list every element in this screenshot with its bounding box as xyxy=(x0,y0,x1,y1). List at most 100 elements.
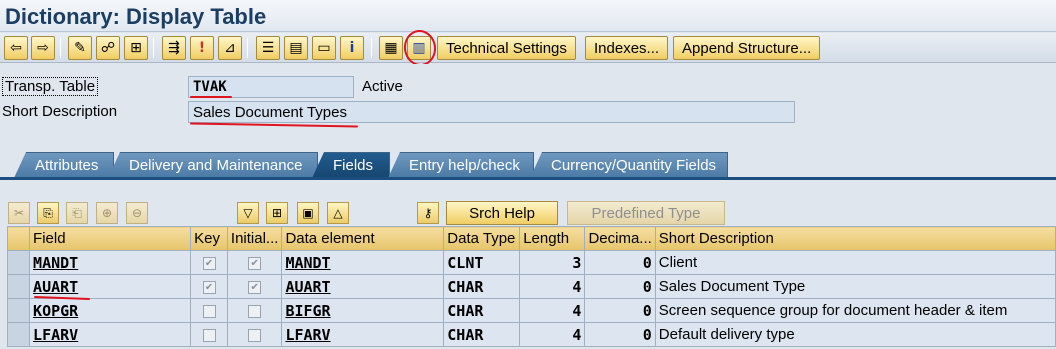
column-header-length[interactable]: Length xyxy=(519,226,586,251)
key-checkbox-cell: ✔ xyxy=(190,250,228,275)
info-icon[interactable]: i xyxy=(340,36,364,60)
row-selector[interactable] xyxy=(6,322,31,347)
column-header-decimals[interactable]: Decima... xyxy=(584,226,656,251)
short-description-field[interactable]: Sales Document Types xyxy=(188,101,795,123)
length-cell: 4 xyxy=(519,298,586,323)
display-object-icon[interactable]: ▭ xyxy=(312,36,336,60)
key-checkbox-checked[interactable]: ✔ xyxy=(202,280,216,294)
key-checkbox-cell: ✔ xyxy=(190,274,228,299)
status-text: Active xyxy=(362,78,403,95)
tab-delivery-and-maintenance[interactable]: Delivery and Maintenance xyxy=(108,152,318,178)
tab-fields[interactable]: Fields xyxy=(312,152,390,178)
initial-checkbox-cell xyxy=(226,322,283,347)
data-type-cell: CHAR xyxy=(443,298,521,323)
object-list-icon[interactable]: ▤ xyxy=(284,36,308,60)
toolbar-separator xyxy=(153,38,154,58)
key-checkbox-checked[interactable]: ✔ xyxy=(202,256,216,270)
activate-icon[interactable]: ⊞ xyxy=(124,36,148,60)
row-selector[interactable] xyxy=(6,274,31,299)
key-checkbox-unchecked[interactable] xyxy=(202,304,216,318)
key-icon[interactable]: ⚷ xyxy=(417,202,439,224)
column-header-field[interactable]: Field xyxy=(29,226,192,251)
toolbar-separator xyxy=(60,38,61,58)
annotation-underline xyxy=(190,96,232,98)
table-row[interactable]: MANDT ✔ ✔ MANDT CLNT 3 0 Client xyxy=(6,250,1056,275)
generate-icon[interactable]: ! xyxy=(190,36,214,60)
short-description-cell: Sales Document Type xyxy=(654,274,1056,299)
transp-table-label: Transp. Table xyxy=(2,77,99,96)
data-element-cell[interactable]: BIFGR xyxy=(281,298,445,323)
insert-row-icon[interactable]: ⊕ xyxy=(96,202,118,224)
column-header-data-element[interactable]: Data element xyxy=(281,226,445,251)
initial-checkbox-checked[interactable]: ✔ xyxy=(248,256,262,270)
indexes-button[interactable]: Indexes... xyxy=(585,36,669,60)
tab-strip: Attributes Delivery and Maintenance Fiel… xyxy=(0,152,1056,178)
table-row[interactable]: AUART ✔ ✔ AUART CHAR 4 0 Sales Document … xyxy=(6,274,1056,299)
column-header-data-type[interactable]: Data Type xyxy=(443,226,521,251)
other-object-icon[interactable]: ☍ xyxy=(96,36,120,60)
field-name-cell[interactable]: MANDT xyxy=(29,250,192,275)
field-name-cell[interactable]: LFARV xyxy=(29,322,192,347)
data-type-cell: CHAR xyxy=(443,274,521,299)
back-icon[interactable]: ⇦ xyxy=(4,36,28,60)
table-row[interactable]: KOPGR BIFGR CHAR 4 0 Screen sequence gro… xyxy=(6,298,1056,323)
data-element-cell[interactable]: AUART xyxy=(281,274,445,299)
table-name-field[interactable]: TVAK xyxy=(188,76,354,98)
toolbar-separator xyxy=(247,38,248,58)
column-header-key[interactable]: Key xyxy=(190,226,228,251)
check-icon[interactable]: ⇶ xyxy=(162,36,186,60)
contents-icon[interactable]: ▦ xyxy=(379,36,403,60)
initial-checkbox-cell: ✔ xyxy=(226,250,283,275)
data-type-cell: CLNT xyxy=(443,250,521,275)
fields-panel: ✂ ⎘ ⎗ ⊕ ⊖ ▽ ⊞ ▣ △ ⚷ Srch Help Predefined… xyxy=(0,180,1056,349)
initial-checkbox-cell: ✔ xyxy=(226,274,283,299)
sort-icon[interactable]: △ xyxy=(327,202,349,224)
copy-icon[interactable]: ⎘ xyxy=(37,202,59,224)
append-structure-button[interactable]: Append Structure... xyxy=(673,36,821,60)
title-bar: Dictionary: Display Table xyxy=(0,0,1056,32)
tab-attributes[interactable]: Attributes xyxy=(14,152,114,178)
data-element-cell[interactable]: LFARV xyxy=(281,322,445,347)
short-description-cell: Screen sequence group for document heade… xyxy=(654,298,1056,323)
fields-table: Field Key Initial... Data element Data T… xyxy=(6,226,1056,347)
cut-icon[interactable]: ✂ xyxy=(8,202,30,224)
short-description-cell: Client xyxy=(654,250,1056,275)
technical-settings-button[interactable]: Technical Settings xyxy=(437,36,576,60)
initial-checkbox-unchecked[interactable] xyxy=(248,328,262,342)
detail-icon[interactable]: ▣ xyxy=(297,202,319,224)
length-cell: 4 xyxy=(519,274,586,299)
key-checkbox-unchecked[interactable] xyxy=(202,328,216,342)
length-cell: 4 xyxy=(519,322,586,347)
hierarchy-icon[interactable]: ☰ xyxy=(256,36,280,60)
where-used-icon[interactable]: ⊿ xyxy=(218,36,242,60)
key-checkbox-cell xyxy=(190,298,228,323)
column-header-initial[interactable]: Initial... xyxy=(226,226,283,251)
row-selector-header[interactable] xyxy=(6,226,31,251)
initial-checkbox-unchecked[interactable] xyxy=(248,304,262,318)
data-element-cell[interactable]: MANDT xyxy=(281,250,445,275)
field-name-cell[interactable]: KOPGR xyxy=(29,298,192,323)
decimals-cell: 0 xyxy=(584,322,656,347)
change-icon[interactable]: ✎ xyxy=(68,36,92,60)
tab-entry-help-check[interactable]: Entry help/check xyxy=(388,152,534,178)
row-selector[interactable] xyxy=(6,250,31,275)
window-title: Dictionary: Display Table xyxy=(5,4,267,29)
tab-currency-quantity-fields[interactable]: Currency/Quantity Fields xyxy=(530,152,728,178)
length-cell: 3 xyxy=(519,250,586,275)
initial-checkbox-cell xyxy=(226,298,283,323)
column-header-short-description[interactable]: Short Description xyxy=(654,226,1056,251)
table-header-row: Field Key Initial... Data element Data T… xyxy=(6,226,1056,251)
delete-row-icon[interactable]: ⊖ xyxy=(126,202,148,224)
paste-icon[interactable]: ⎗ xyxy=(66,202,88,224)
table-row[interactable]: LFARV LFARV CHAR 4 0 Default delivery ty… xyxy=(6,322,1056,347)
field-name-cell[interactable]: AUART xyxy=(29,274,192,299)
data-type-cell: CHAR xyxy=(443,322,521,347)
predefined-type-button[interactable]: Predefined Type xyxy=(567,201,725,225)
srch-help-button[interactable]: Srch Help xyxy=(446,201,558,225)
application-toolbar: ⇦ ⇨ ✎ ☍ ⊞ ⇶ ! ⊿ ☰ ▤ ▭ i ▦ ▥ Technical Se… xyxy=(0,33,1056,63)
initial-checkbox-checked[interactable]: ✔ xyxy=(248,280,262,294)
row-selector[interactable] xyxy=(6,298,31,323)
forward-icon[interactable]: ⇨ xyxy=(31,36,55,60)
new-row-icon[interactable]: ⊞ xyxy=(266,202,288,224)
filter-icon[interactable]: ▽ xyxy=(237,202,259,224)
